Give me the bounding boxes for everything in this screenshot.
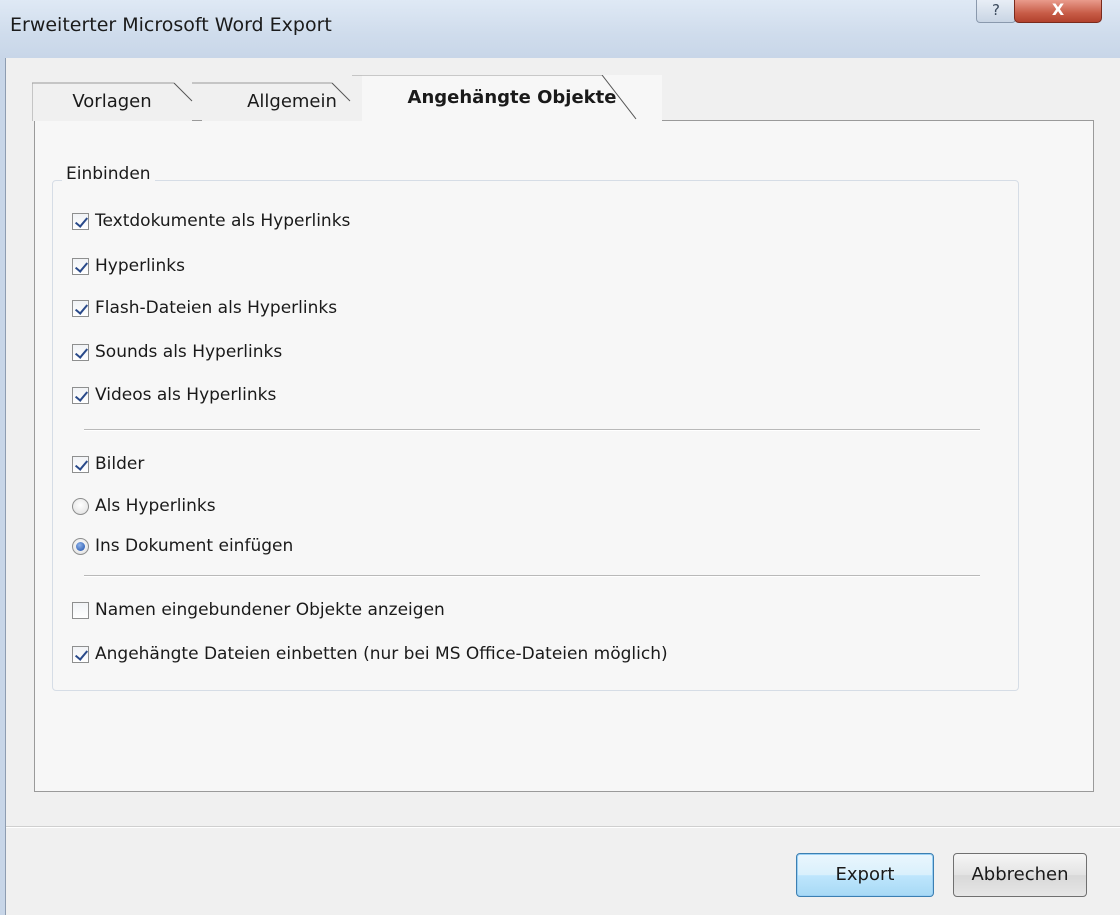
option-ins-dokument[interactable]: Ins Dokument einfügen [72, 534, 293, 558]
option-flash[interactable]: Flash-Dateien als Hyperlinks [72, 296, 337, 320]
checkbox-einbetten[interactable] [72, 645, 89, 663]
option-label: Textdokumente als Hyperlinks [95, 211, 351, 231]
close-button[interactable]: X [1014, 0, 1102, 23]
option-label: Sounds als Hyperlinks [95, 342, 283, 362]
separator [84, 429, 980, 431]
option-label: Videos als Hyperlinks [95, 385, 277, 405]
title-bar: Erweiterter Microsoft Word Export ? X [0, 0, 1120, 58]
option-label: Bilder [95, 454, 145, 474]
export-button[interactable]: Export [796, 853, 934, 897]
checkbox-sounds[interactable] [72, 343, 89, 361]
cancel-button[interactable]: Abbrechen [953, 853, 1087, 897]
option-sounds[interactable]: Sounds als Hyperlinks [72, 340, 282, 364]
option-label: Angehängte Dateien einbetten (nur bei MS… [95, 644, 668, 664]
checkbox-videos[interactable] [72, 386, 89, 404]
close-icon: X [1051, 0, 1065, 19]
checkbox-bilder[interactable] [72, 455, 89, 473]
option-label: Hyperlinks [95, 256, 186, 276]
option-einbetten[interactable]: Angehängte Dateien einbetten (nur bei MS… [72, 642, 668, 666]
checkbox-hyperlinks[interactable] [72, 257, 89, 275]
checkbox-textdokumente[interactable] [72, 212, 89, 230]
radio-ins-dokument[interactable] [72, 537, 89, 555]
option-hyperlinks[interactable]: Hyperlinks [72, 254, 185, 278]
checkbox-flash[interactable] [72, 299, 89, 317]
help-button[interactable]: ? [976, 0, 1016, 23]
radio-als-hyperlinks[interactable] [72, 497, 89, 515]
option-namen[interactable]: Namen eingebundener Objekte anzeigen [72, 598, 445, 622]
help-icon: ? [992, 1, 1000, 19]
tab-strip: Vorlagen Allgemein Angehängte Objekte [32, 75, 1092, 121]
option-label: Ins Dokument einfügen [95, 536, 294, 556]
window-title: Erweiterter Microsoft Word Export [10, 14, 332, 36]
option-label: Als Hyperlinks [95, 496, 216, 516]
footer-separator [6, 826, 1120, 828]
tab-outline [32, 75, 637, 121]
option-als-hyperlinks[interactable]: Als Hyperlinks [72, 494, 216, 518]
separator [84, 575, 980, 577]
checkbox-namen[interactable] [72, 601, 89, 619]
option-videos[interactable]: Videos als Hyperlinks [72, 383, 276, 407]
option-bilder[interactable]: Bilder [72, 452, 144, 476]
option-label: Flash-Dateien als Hyperlinks [95, 298, 338, 318]
option-label: Namen eingebundener Objekte anzeigen [95, 600, 445, 620]
dialog-window: Erweiterter Microsoft Word Export ? X Vo… [0, 0, 1120, 915]
group-label: Einbinden [62, 164, 155, 184]
option-textdokumente[interactable]: Textdokumente als Hyperlinks [72, 209, 350, 233]
